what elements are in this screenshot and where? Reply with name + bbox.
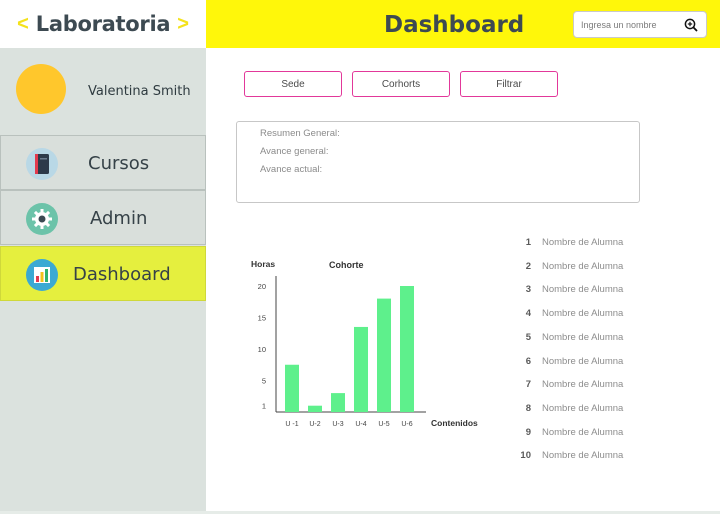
chart-bar[interactable] (308, 405, 322, 412)
brand-left-arrow[interactable]: < (17, 13, 29, 36)
user-name: Valentina Smith (88, 84, 191, 99)
list-item[interactable]: 8 Nombre de Alumna (508, 403, 688, 417)
rank-number: 3 (525, 284, 531, 296)
bar-chart-icon (26, 259, 58, 291)
student-name: Nombre de Alumna (542, 450, 624, 462)
student-name: Nombre de Alumna (542, 331, 624, 343)
student-name: Nombre de Alumna (542, 308, 624, 320)
cohort-chart: Horas Cohorte Contenidos 1 5 10 15 20 U -1 U-2… (246, 252, 486, 437)
rank-number: 9 (525, 426, 531, 438)
sidebar-item-cursos[interactable]: Cursos (0, 135, 206, 190)
sidebar-item-label: Dashboard (73, 264, 171, 285)
chart-bar[interactable] (354, 326, 368, 412)
list-item[interactable]: 1 Nombre de Alumna (508, 237, 688, 251)
search-input[interactable] (581, 16, 681, 34)
filter-button[interactable]: Filtrar (460, 71, 558, 97)
rank-number: 5 (525, 331, 531, 343)
rank-number: 10 (520, 450, 531, 462)
brand-bar: < Laboratoria > (0, 0, 206, 48)
zoom-in-icon[interactable] (684, 18, 698, 32)
chart-bar[interactable] (400, 286, 414, 412)
y-tick-label: 1 (262, 402, 266, 411)
gear-icon (26, 203, 58, 235)
sidebar: < Laboratoria > Valentina Smith Cursos A… (0, 0, 206, 514)
x-tick-label: U-3 (332, 421, 343, 428)
page-title: Dashboard (384, 12, 525, 38)
student-name: Nombre de Alumna (542, 284, 624, 296)
brand-title: Laboratoria (35, 12, 171, 36)
x-tick-label: U-4 (355, 421, 366, 428)
sidebar-item-label: Cursos (88, 153, 150, 174)
summary-current: Avance actual: (260, 164, 323, 175)
summary-progress: Avance general: (260, 146, 329, 157)
x-tick-label: U-2 (309, 421, 320, 428)
student-name: Nombre de Alumna (542, 260, 624, 272)
notebook-icon (26, 148, 58, 180)
y-tick-label: 10 (258, 345, 266, 354)
rank-number: 4 (525, 308, 531, 320)
list-item[interactable]: 4 Nombre de Alumna (508, 308, 688, 322)
app-root: < Laboratoria > Valentina Smith Cursos A… (0, 0, 720, 514)
chart-bar[interactable] (377, 298, 391, 412)
rank-number: 8 (525, 402, 531, 414)
student-name: Nombre de Alumna (542, 237, 624, 248)
student-name: Nombre de Alumna (542, 355, 624, 367)
brand-right-arrow[interactable]: > (177, 13, 189, 36)
y-tick-label: 5 (262, 377, 266, 386)
student-name: Nombre de Alumna (542, 402, 624, 414)
cohorts-button[interactable]: Corhorts (352, 71, 450, 97)
list-item[interactable]: 3 Nombre de Alumna (508, 284, 688, 298)
x-tick-label: U-6 (401, 421, 412, 428)
list-item[interactable]: 9 Nombre de Alumna (508, 427, 688, 441)
chart-bar[interactable] (331, 393, 345, 412)
list-item[interactable]: 10 Nombre de Alumna (508, 450, 688, 464)
list-item[interactable]: 5 Nombre de Alumna (508, 332, 688, 346)
chart-title: Cohorte (329, 260, 364, 270)
list-item[interactable]: 7 Nombre de Alumna (508, 379, 688, 393)
header: Dashboard (206, 0, 720, 48)
rank-number: 7 (525, 379, 531, 391)
sidebar-item-dashboard[interactable]: Dashboard (0, 246, 206, 301)
student-name: Nombre de Alumna (542, 379, 624, 391)
rank-number: 1 (525, 237, 531, 248)
y-tick-label: 20 (258, 282, 266, 291)
x-axis-label: Contenidos (431, 418, 478, 428)
y-tick-label: 15 (258, 314, 266, 323)
sidebar-item-admin[interactable]: Admin (0, 190, 206, 245)
student-name: Nombre de Alumna (542, 426, 624, 438)
rank-number: 2 (525, 260, 531, 272)
search-box[interactable] (573, 11, 707, 38)
x-tick-label: U -1 (285, 421, 298, 428)
chart-svg: Horas Cohorte Contenidos 15101520U -1 U-2… (251, 259, 478, 428)
sidebar-item-label: Admin (90, 208, 148, 229)
summary-general: Resumen General: (260, 128, 340, 139)
user-profile: Valentina Smith (0, 48, 206, 134)
x-tick-label: U-5 (378, 421, 389, 428)
list-item[interactable]: 6 Nombre de Alumna (508, 356, 688, 370)
avatar[interactable] (16, 64, 66, 114)
rank-number: 6 (525, 355, 531, 367)
list-item[interactable]: 2 Nombre de Alumna (508, 261, 688, 275)
y-axis-label: Horas (251, 259, 275, 269)
chart-bar[interactable] (285, 364, 299, 412)
summary-panel: Resumen General: Avance general: Avance … (236, 121, 640, 203)
sede-button[interactable]: Sede (244, 71, 342, 97)
